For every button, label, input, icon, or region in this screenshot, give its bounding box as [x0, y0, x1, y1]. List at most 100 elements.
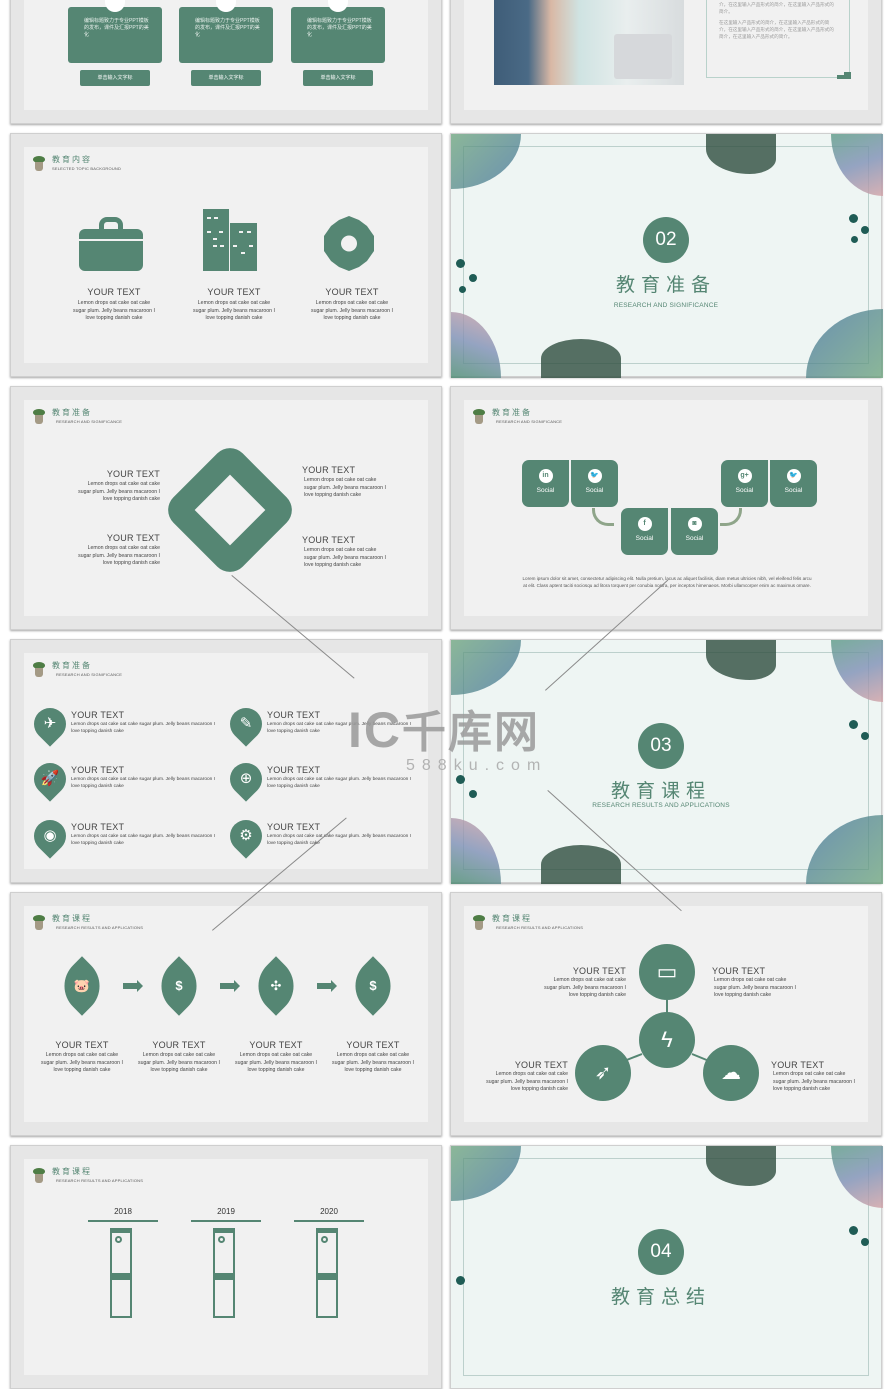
briefcase-icon [79, 217, 143, 271]
item-title: YOUR TEXT [267, 765, 321, 775]
berry-decoration [861, 1238, 869, 1246]
card-2-text: 编辑标题致力于专业PPT模板的发布，课件及汇报PPT的美化 [195, 18, 260, 38]
header-title: 教育准备 [52, 408, 92, 417]
dark-leaf-decoration [541, 845, 621, 884]
step-title: YOUR TEXT [55, 1040, 109, 1050]
social-label: Social [685, 535, 704, 542]
calendar-circle: ▭ [639, 944, 695, 1000]
twitter-icon: 🐦 [786, 469, 801, 483]
section-title: 教育总结 [610, 1287, 711, 1308]
hanging-plant-icon [32, 408, 46, 424]
money-network-icon: ✣ [270, 978, 282, 993]
item-title: YOUR TEXT [71, 765, 125, 775]
slide-5[interactable]: 教育准备 RESEARCH AND SIGNIFICANCE YOUR TEXT… [10, 386, 442, 630]
item-1-desc: Lemon drops oat cake oat cake sugar plum… [544, 977, 626, 999]
item-3-title: YOUR TEXT [514, 1060, 568, 1070]
step-desc: Lemon drops oat cake oat cake sugar plum… [41, 1052, 123, 1074]
slide-3[interactable]: 教育内容 SELECTED TOPIC BACKGROUND YOUR TEXT… [10, 133, 442, 377]
rocket-icon: 🚀 [40, 770, 60, 787]
section-subtitle: RESEARCH RESULTS AND APPLICATIONS [592, 802, 730, 809]
slide-12-section-cover[interactable]: 04 教育总结 [450, 1145, 883, 1389]
item-3-desc: Lemon drops oat cake oat cake sugar plum… [304, 477, 386, 499]
globe-icon: ⊕ [239, 770, 253, 787]
arrow-right-icon [317, 980, 337, 992]
item-4-desc: Lemon drops oat cake oat cake sugar plum… [304, 547, 386, 569]
piggy-bank-icon: 🐷 [73, 978, 91, 993]
social-tile[interactable]: in Social [522, 460, 569, 507]
frame-corner-accent-h [837, 75, 851, 79]
slide-1-content: 编辑标题致力于专业PPT模板的发布，课件及汇报PPT的美化 编辑标题致力于专业P… [24, 0, 428, 110]
cloud-lightning-icon: ☁ [721, 1062, 741, 1084]
caption-text: Lorem ipsum dolor sit amet, consectetur … [522, 576, 812, 588]
slide-1[interactable]: 编辑标题致力于专业PPT模板的发布，课件及汇报PPT的美化 编辑标题致力于专业P… [10, 0, 442, 124]
test-tube-icon [213, 1228, 235, 1318]
card-1-text: 编辑标题致力于专业PPT模板的发布，课件及汇报PPT的美化 [84, 18, 149, 38]
slide-8-section-cover[interactable]: 03 教育课程 RESEARCH RESULTS AND APPLICATION… [450, 639, 883, 884]
year-label: 2018 [114, 1207, 132, 1216]
item-title: YOUR TEXT [267, 710, 321, 720]
slide-2[interactable]: 在这里输入产品形式的简介，在这里输入产品形式的简介，在这里输入产品形式的简介，在… [450, 0, 882, 124]
card-2-button[interactable]: 单击输入文字标 [191, 70, 261, 86]
berry-decoration [849, 1226, 858, 1235]
item-3-desc: Lemon drops oat cake oat cake sugar plum… [311, 300, 393, 322]
rocket-circle: ➶ [575, 1045, 631, 1101]
social-tile[interactable]: g+ Social [721, 460, 768, 507]
slide-11[interactable]: 教育课程 RESEARCH RESULTS AND APPLICATIONS 2… [10, 1145, 442, 1389]
gear-icon [323, 216, 375, 271]
item-desc: Lemon drops oat cake oat cake sugar plum… [267, 834, 411, 846]
rocket-icon: ➶ [594, 1062, 612, 1084]
item-2-desc: Lemon drops oat cake oat cake sugar plum… [193, 300, 275, 322]
slide-11-content: 教育课程 RESEARCH RESULTS AND APPLICATIONS 2… [24, 1159, 428, 1375]
year-label: 2020 [320, 1207, 338, 1216]
slide-header: 教育准备 RESEARCH AND SIGNIFICANCE [32, 408, 122, 424]
berry-decoration [849, 720, 858, 729]
dark-leaf-decoration [541, 339, 621, 378]
item-2-desc: Lemon drops oat cake oat cake sugar plum… [78, 545, 160, 567]
item-3-title: YOUR TEXT [302, 465, 356, 475]
header-title: 教育内容 [52, 155, 92, 164]
item-1-title: YOUR TEXT [87, 287, 141, 297]
item-3-desc: Lemon drops oat cake oat cake sugar plum… [486, 1071, 568, 1093]
hanging-plant-icon [32, 914, 46, 930]
social-label: Social [784, 487, 803, 494]
berry-decoration [849, 214, 858, 223]
instagram-icon: ◙ [687, 517, 702, 531]
section-subtitle: RESEARCH AND SIGNIFICANCE [613, 302, 719, 309]
berry-decoration [861, 226, 869, 234]
slide-header: 教育课程 RESEARCH RESULTS AND APPLICATIONS [32, 1167, 143, 1183]
item-desc: Lemon drops oat cake oat cake sugar plum… [71, 834, 215, 846]
facebook-icon: f [637, 517, 652, 531]
map-pin-badge: ⊕ [223, 756, 269, 802]
google-plus-icon: g+ [737, 469, 752, 483]
card-3-button[interactable]: 单击输入文字标 [303, 70, 373, 86]
item-4-desc: Lemon drops oat cake oat cake sugar plum… [773, 1071, 855, 1093]
header-subtitle: RESEARCH RESULTS AND APPLICATIONS [56, 1178, 144, 1183]
section-number-badge: 02 [643, 217, 689, 263]
item-title: YOUR TEXT [71, 822, 125, 832]
slide-4-section-cover[interactable]: 02 教育准备 RESEARCH AND SIGNIFICANCE [450, 133, 883, 378]
social-tile[interactable]: f Social [621, 508, 668, 555]
social-tile[interactable]: 🐦 Social [571, 460, 618, 507]
social-tile[interactable]: 🐦 Social [770, 460, 817, 507]
linkedin-icon: in [538, 469, 553, 483]
item-3-title: YOUR TEXT [325, 287, 379, 297]
hanging-plant-icon [32, 661, 46, 677]
slide-10[interactable]: 教育课程 RESEARCH RESULTS AND APPLICATIONS ▭… [450, 892, 882, 1136]
photo-woman-writing [494, 0, 684, 85]
slide-7[interactable]: 教育准备 RESEARCH AND SIGNIFICANCE ✈ YOUR TEX… [10, 639, 442, 883]
cloud-circle: ☁ [703, 1045, 759, 1101]
arrow-up-right-icon [720, 508, 742, 526]
section-title: 教育准备 [615, 275, 716, 296]
card-1-button[interactable]: 单击输入文字标 [80, 70, 150, 86]
social-tile[interactable]: ◙ Social [671, 508, 718, 555]
social-label: Social [735, 487, 754, 494]
slide-9[interactable]: 教育课程 RESEARCH RESULTS AND APPLICATIONS 🐷… [10, 892, 442, 1136]
arrow-down-right-icon [592, 508, 614, 526]
slide-header: 教育准备 RESEARCH AND SIGNIFICANCE [32, 661, 122, 677]
header-title: 教育准备 [52, 661, 92, 670]
hanging-plant-icon [32, 1167, 46, 1183]
arrow-right-icon [123, 980, 143, 992]
test-tube-icon [110, 1228, 132, 1318]
slide-6[interactable]: 教育准备 RESEARCH AND SIGNIFICANCE in Social 🐦… [450, 386, 882, 630]
item-desc: Lemon drops oat cake oat cake sugar plum… [267, 777, 411, 789]
